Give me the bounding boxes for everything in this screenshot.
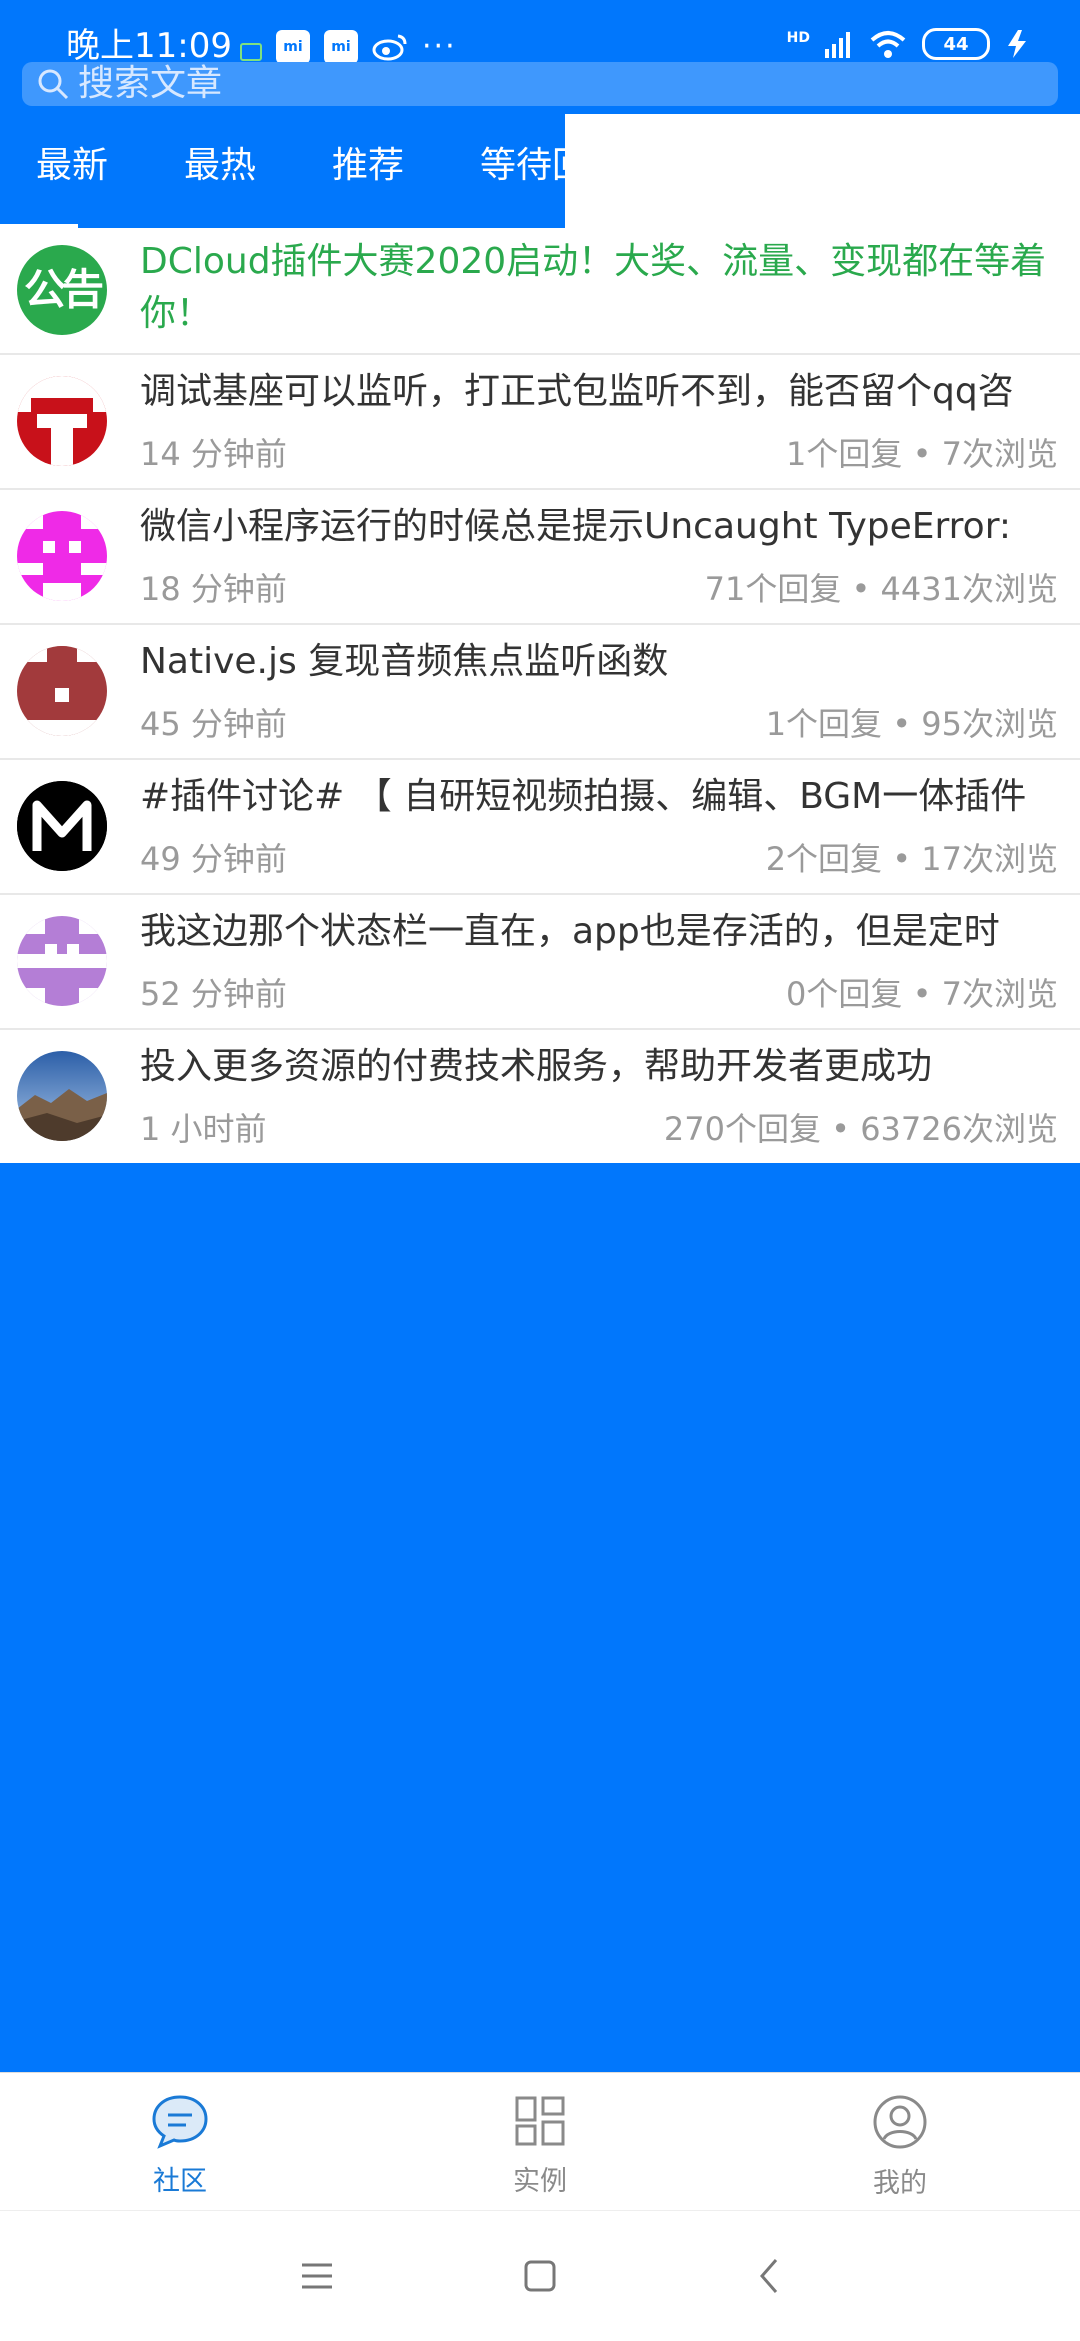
post-title: 调试基座可以监听，打正式包监听不到，能否留个qq咨 (140, 371, 1014, 412)
announcement-title: DCloud插件大赛2020启动！大奖、流量、变现都在等着你！ (140, 241, 1047, 334)
menu-icon[interactable] (300, 2259, 334, 2293)
post-list: 公告 DCloud插件大赛2020启动！大奖、流量、变现都在等着你！ 调试基座可… (0, 228, 1080, 1163)
announcement-badge-label: 公告 (23, 265, 104, 314)
weibo-icon (372, 34, 407, 61)
notification-icons: mi mi ··· (240, 30, 457, 64)
bottom-navigation: 社区 实例 我的 (0, 2072, 1080, 2211)
signal-icon (825, 32, 850, 58)
post-title: 我这边那个状态栏一直在，app也是存活的，但是定时 (140, 911, 1000, 952)
identicon-magenta-icon (17, 511, 107, 601)
nav-profile-label: 我的 (873, 2168, 927, 2199)
system-navigation-bar (0, 2210, 1080, 2341)
mi-app-icon: mi (276, 30, 310, 64)
post-title: 投入更多资源的付费技术服务，帮助开发者更成功 (140, 1046, 933, 1087)
message-icon (240, 43, 262, 61)
post-time: 1 小时前 (140, 1110, 267, 1148)
list-item[interactable]: #插件讨论# 【 自研短视频拍摄、编辑、BGM一体插件 49 分钟前 2个回复 … (0, 760, 1080, 895)
list-item[interactable]: Native.js 复现音频焦点监听函数 45 分钟前 1个回复 • 95次浏览 (0, 625, 1080, 760)
identicon-purple-icon (17, 916, 107, 1006)
tab-hottest[interactable]: 最热 (184, 144, 256, 188)
post-title: #插件讨论# 【 自研短视频拍摄、编辑、BGM一体插件 (140, 776, 1027, 817)
tab-overflow-cover (565, 114, 1080, 228)
user-avatar (17, 781, 107, 871)
nav-community-label: 社区 (153, 2166, 207, 2197)
search-icon (38, 69, 69, 100)
identicon-red-icon (17, 376, 107, 466)
post-stats: 0个回复 • 7次浏览 (786, 975, 1058, 1013)
user-icon (873, 2095, 927, 2149)
home-icon[interactable] (523, 2259, 557, 2293)
list-item[interactable]: 调试基座可以监听，打正式包监听不到，能否留个qq咨 14 分钟前 1个回复 • … (0, 355, 1080, 490)
post-time: 14 分钟前 (140, 435, 287, 473)
announcement-badge: 公告 (17, 245, 107, 335)
post-time: 18 分钟前 (140, 570, 287, 608)
more-notifications-icon: ··· (422, 29, 457, 64)
nav-profile[interactable]: 我的 (820, 2093, 980, 2200)
landscape-photo-icon (17, 1051, 107, 1141)
user-avatar (17, 376, 107, 466)
charging-icon (1008, 30, 1026, 58)
list-item[interactable]: 微信小程序运行的时候总是提示Uncaught TypeError: 18 分钟前… (0, 490, 1080, 625)
identicon-brown-icon (17, 646, 107, 736)
chat-icon (152, 2095, 208, 2149)
status-bar: 晚上11:09 mi mi ··· HD 44 (0, 0, 1080, 66)
tab-recommended[interactable]: 推荐 (332, 144, 404, 188)
nav-examples-label: 实例 (513, 2166, 567, 2197)
user-avatar (17, 916, 107, 1006)
post-time: 52 分钟前 (140, 975, 287, 1013)
post-stats: 2个回复 • 17次浏览 (765, 840, 1058, 878)
nav-examples[interactable]: 实例 (460, 2093, 620, 2198)
category-tabs: 最新 最热 推荐 等待回 (0, 116, 588, 228)
list-item[interactable]: 投入更多资源的付费技术服务，帮助开发者更成功 1 小时前 270个回复 • 63… (0, 1030, 1080, 1163)
post-title: Native.js 复现音频焦点监听函数 (140, 641, 669, 682)
post-stats: 270个回复 • 63726次浏览 (663, 1110, 1058, 1148)
user-avatar (17, 1051, 107, 1141)
announcement-row[interactable]: 公告 DCloud插件大赛2020启动！大奖、流量、变现都在等着你！ (0, 228, 1080, 355)
m-logo-icon (17, 781, 107, 871)
post-time: 45 分钟前 (140, 705, 287, 743)
post-stats: 1个回复 • 95次浏览 (765, 705, 1058, 743)
post-time: 49 分钟前 (140, 840, 287, 878)
post-stats: 71个回复 • 4431次浏览 (704, 570, 1058, 608)
wifi-icon (870, 31, 906, 58)
hd-label: HD (786, 30, 810, 46)
status-time: 晚上11:09 (66, 26, 232, 66)
mi-app-icon-2: mi (324, 30, 358, 64)
search-placeholder: 搜索文章 (78, 63, 223, 104)
post-stats: 1个回复 • 7次浏览 (786, 435, 1058, 473)
search-bar[interactable]: 搜索文章 (22, 62, 1058, 106)
back-icon[interactable] (752, 2257, 786, 2295)
system-status-icons: HD 44 (787, 28, 1030, 60)
nav-community[interactable]: 社区 (100, 2093, 260, 2198)
user-avatar (17, 646, 107, 736)
post-title: 微信小程序运行的时候总是提示Uncaught TypeError: (140, 506, 1011, 547)
grid-icon (515, 2096, 565, 2146)
battery-indicator: 44 (922, 28, 990, 60)
user-avatar (17, 511, 107, 601)
list-item[interactable]: 我这边那个状态栏一直在，app也是存活的，但是定时 52 分钟前 0个回复 • … (0, 895, 1080, 1030)
tab-latest[interactable]: 最新 (36, 144, 108, 188)
